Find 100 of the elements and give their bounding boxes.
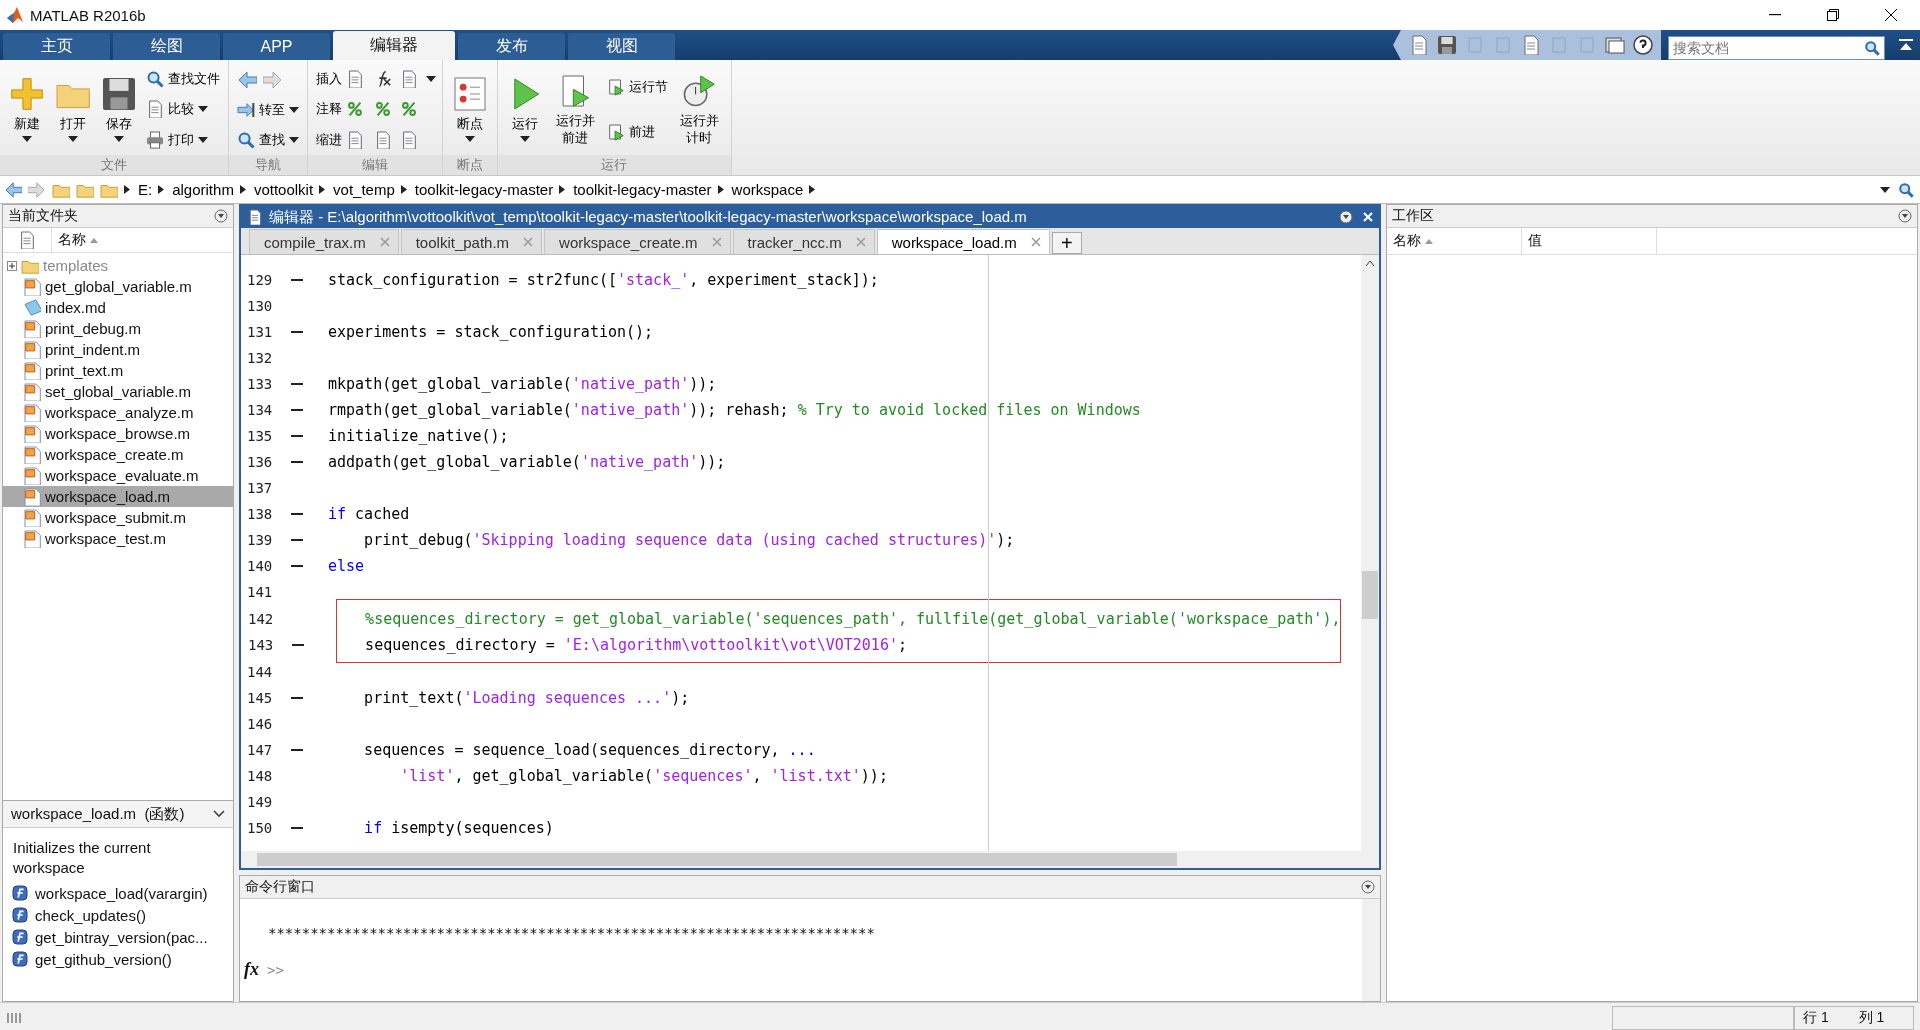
code-line: print_debug('Skipping loading sequence data (using cached structures)'); xyxy=(363,531,1015,549)
path-segment[interactable]: toolkit-legacy-master xyxy=(414,181,554,198)
function-browser-button[interactable]: fx xyxy=(244,959,259,980)
path-segment[interactable]: vot_temp xyxy=(333,181,395,198)
script-file-icon xyxy=(23,340,41,359)
search-field[interactable]: 搜索文档 xyxy=(1668,36,1885,60)
code-line: if isempty(sequences) xyxy=(363,819,554,837)
plus-icon xyxy=(10,77,44,111)
percent-icon xyxy=(374,100,392,119)
editor-tab[interactable]: workspace_load.m xyxy=(876,229,1050,254)
ribbon-button[interactable]: 新建 xyxy=(6,75,48,144)
restore-icon[interactable] xyxy=(1827,9,1839,21)
ribbon-tab[interactable]: APP xyxy=(223,33,330,60)
editor-tab[interactable]: compile_trax.m xyxy=(249,229,399,254)
column-header[interactable]: 值 xyxy=(1528,232,1542,250)
caret-icon xyxy=(289,137,299,144)
file-row[interactable]: workspace_analyze.m xyxy=(3,402,233,423)
code-line: stack_configuration = str2func(['stack_', experiment_stack]); xyxy=(328,271,879,289)
file-row[interactable]: workspace_browse.m xyxy=(3,423,233,444)
file-row[interactable]: print_debug.m xyxy=(3,318,233,339)
function-item[interactable]: check_updates() xyxy=(3,904,233,926)
new-tab-button[interactable]: + xyxy=(1051,232,1082,254)
ribbon-tab[interactable]: 主页 xyxy=(3,33,110,60)
ribbon-tab[interactable]: 绘图 xyxy=(113,33,220,60)
editor-title: 编辑器 - E:\algorithm\vottoolkit\vot_temp\toolkit-legacy-master\toolkit-legacy-master\workspace\workspace_load.m xyxy=(269,207,1027,227)
file-row[interactable]: index.md xyxy=(3,297,233,318)
ribbon-button[interactable]: 前进 xyxy=(604,122,670,143)
panel-title: 当前文件夹 xyxy=(8,207,78,225)
file-row[interactable]: print_text.m xyxy=(3,360,233,381)
editor-tab[interactable]: toolkit_path.m xyxy=(400,229,543,254)
column-header[interactable]: 名称 xyxy=(1393,232,1421,250)
ribbon-button[interactable]: 断点 xyxy=(449,75,491,144)
minimize-icon[interactable] xyxy=(1769,14,1781,16)
ribbon-button[interactable]: 运行 xyxy=(504,75,546,144)
ribbon-button[interactable]: 插入 xyxy=(314,69,366,90)
ribbon-button[interactable]: 比较 xyxy=(144,99,222,120)
ribbon-button[interactable]: 运行并前进 xyxy=(550,71,601,148)
path-segment[interactable]: E: xyxy=(138,181,153,198)
ribbon-button[interactable]: 运行并计时 xyxy=(673,71,725,148)
ribbon-button[interactable]: 打开 xyxy=(52,75,94,144)
scrollbar[interactable] xyxy=(1362,899,1380,1001)
file-row[interactable]: get_global_variable.m xyxy=(3,276,233,297)
function-item[interactable]: get_bintray_version(pac... xyxy=(3,926,233,948)
goto-arrow-icon xyxy=(237,101,255,120)
column-header[interactable]: 名称 xyxy=(58,231,86,249)
close-icon xyxy=(711,237,722,247)
line-number: 137 xyxy=(246,480,274,496)
document-icon xyxy=(400,130,418,149)
ribbon-button[interactable]: 运行节 xyxy=(604,76,670,97)
path-segment[interactable]: workspace xyxy=(731,181,804,198)
printer-icon xyxy=(146,130,164,149)
close-icon xyxy=(379,237,390,247)
panel-title: 命令行窗口 xyxy=(245,878,315,896)
scrollbar[interactable] xyxy=(241,851,1379,868)
scrollbar[interactable] xyxy=(1361,255,1379,851)
scroll-thumb[interactable] xyxy=(1362,571,1379,619)
breadcrumb-arrow-icon xyxy=(319,185,326,194)
editor-tab[interactable]: tracker_ncc.m xyxy=(732,229,875,254)
breadcrumb-arrow-icon xyxy=(559,185,566,194)
file-row[interactable]: workspace_create.m xyxy=(3,444,233,465)
ribbon-tab[interactable]: 发布 xyxy=(458,33,565,60)
file-row[interactable]: templates xyxy=(3,255,233,276)
function-item[interactable]: workspace_load(varargin) xyxy=(3,882,233,904)
file-row[interactable]: workspace_submit.m xyxy=(3,507,233,528)
script-file-icon xyxy=(23,487,41,506)
editor-tab[interactable]: workspace_create.m xyxy=(544,229,731,254)
ribbon-button[interactable]: 转至 xyxy=(235,100,301,121)
help-icon xyxy=(1633,35,1653,55)
search-icon xyxy=(146,70,164,89)
ribbon-button[interactable]: 查找 xyxy=(235,130,301,151)
path-segment[interactable]: algorithm xyxy=(172,181,234,198)
ribbon-button[interactable]: 打印 xyxy=(144,129,222,150)
ribbon-tab[interactable]: 编辑器 xyxy=(333,31,455,60)
file-row[interactable]: set_global_variable.m xyxy=(3,381,233,402)
file-row[interactable]: print_indent.m xyxy=(3,339,233,360)
ribbon-button[interactable]: 查找文件 xyxy=(144,69,222,90)
code-line: 'list', get_global_variable('sequences', 'list.txt')); xyxy=(399,767,888,785)
ribbon-button[interactable]: 注释 xyxy=(314,99,366,120)
chevron-icon xyxy=(213,810,225,818)
close-icon xyxy=(855,237,866,247)
path-segment[interactable]: vottoolkit xyxy=(253,181,314,198)
line-number: 135 xyxy=(246,428,274,444)
function-icon xyxy=(11,950,29,968)
path-segment[interactable]: toolkit-legacy-master xyxy=(573,181,712,198)
code-line: mkpath(get_global_variable('native_path')); xyxy=(328,375,717,393)
file-row[interactable]: workspace_load.m xyxy=(3,486,233,507)
close-icon[interactable] xyxy=(1885,9,1897,21)
ribbon-tab[interactable]: 视图 xyxy=(568,33,675,60)
file-row[interactable]: workspace_evaluate.m xyxy=(3,465,233,486)
function-item[interactable]: get_github_version() xyxy=(3,948,233,970)
script-file-icon xyxy=(23,445,41,464)
scroll-thumb[interactable] xyxy=(257,853,1177,866)
expand-icon[interactable] xyxy=(7,260,17,271)
script-file-icon xyxy=(23,508,41,527)
caret-icon xyxy=(68,136,78,142)
ribbon-button[interactable]: 缩进 xyxy=(314,129,366,150)
collapse-icon[interactable] xyxy=(1899,39,1913,51)
breadcrumb-arrow-icon xyxy=(809,185,816,194)
ribbon-button[interactable]: 保存 xyxy=(98,75,140,144)
file-row[interactable]: workspace_test.m xyxy=(3,528,233,549)
